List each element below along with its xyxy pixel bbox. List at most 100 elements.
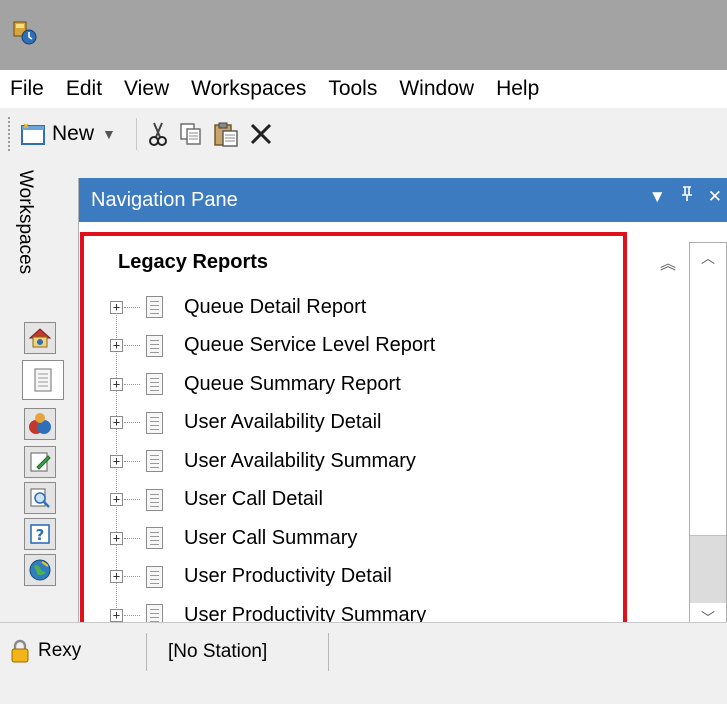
menu-help[interactable]: Help <box>496 77 539 101</box>
app-icon <box>13 21 37 45</box>
tree-branch <box>124 422 140 424</box>
expand-icon[interactable]: + <box>110 416 123 430</box>
expand-icon[interactable]: + <box>110 339 123 353</box>
tree-item-label: User Availability Summary <box>184 449 416 472</box>
paste-icon <box>214 122 238 147</box>
menu-file[interactable]: File <box>10 77 44 101</box>
new-button[interactable]: New ▼ <box>20 122 116 146</box>
status-user-name: Rexy <box>38 640 82 661</box>
navigation-pane-controls: ▼ ✕ <box>649 186 722 207</box>
search-icon <box>30 488 50 508</box>
tree-item[interactable]: + User Call Summary <box>100 519 600 558</box>
tree-branch <box>124 460 140 462</box>
tree-branch <box>124 345 140 347</box>
dropdown-arrow-icon[interactable]: ▼ <box>102 126 116 142</box>
lock-icon <box>11 639 29 663</box>
reports-icon <box>34 368 52 392</box>
report-icon <box>146 334 163 357</box>
close-icon[interactable]: ✕ <box>708 187 722 207</box>
tree-item-label: Queue Service Level Report <box>184 334 436 357</box>
tree-item[interactable]: + Queue Service Level Report <box>100 327 600 366</box>
cut-button[interactable] <box>147 121 169 147</box>
tree-branch <box>124 614 140 616</box>
menu-window[interactable]: Window <box>399 77 474 101</box>
edit-icon <box>30 452 51 472</box>
svg-text:?: ? <box>36 526 45 544</box>
report-icon <box>146 373 163 396</box>
report-icon <box>146 565 163 588</box>
workspace-tab-users[interactable] <box>24 408 56 440</box>
report-icon <box>146 488 163 511</box>
status-separator <box>328 633 329 671</box>
tree-item-label: User Availability Detail <box>184 411 382 434</box>
dropdown-icon[interactable]: ▼ <box>649 187 666 207</box>
expand-icon[interactable]: + <box>110 570 123 584</box>
expand-icon[interactable]: + <box>110 531 123 545</box>
status-user[interactable]: Rexy <box>10 639 81 663</box>
tree-item[interactable]: + Queue Detail Report <box>100 288 600 327</box>
tree-item[interactable]: + User Call Detail <box>100 481 600 520</box>
navigation-pane-header: Navigation Pane ▼ ✕ <box>79 178 727 222</box>
toolbar: New ▼ <box>0 108 727 160</box>
tree-branch <box>124 383 140 385</box>
new-icon <box>21 123 45 145</box>
paste-button[interactable] <box>213 121 239 147</box>
menu-workspaces[interactable]: Workspaces <box>191 77 306 101</box>
help-icon: ? <box>30 524 50 544</box>
workspace-tab-search[interactable] <box>24 482 56 514</box>
tree-item-label: Queue Detail Report <box>184 295 367 318</box>
copy-icon <box>180 123 201 145</box>
globe-icon <box>29 559 51 581</box>
tree-item-label: User Call Detail <box>184 488 323 511</box>
expand-icon[interactable]: + <box>110 454 123 468</box>
tree-branch <box>124 576 140 578</box>
status-separator <box>146 633 147 671</box>
tree-item[interactable]: + Queue Summary Report <box>100 365 600 404</box>
workspace-tab-globe[interactable] <box>24 554 56 586</box>
tree-item[interactable]: + User Availability Summary <box>100 442 600 481</box>
report-icon <box>146 527 163 550</box>
home-icon <box>28 328 52 348</box>
workspaces-tab-label[interactable]: Workspaces <box>14 170 36 274</box>
new-label: New <box>52 122 95 145</box>
tree-item-label: User Productivity Detail <box>184 565 392 588</box>
workspace-tab-home[interactable] <box>24 322 56 354</box>
scroll-up-icon[interactable]: ︿ <box>690 243 726 273</box>
tree-item-label: User Call Summary <box>184 526 358 549</box>
status-station[interactable]: [No Station] <box>168 641 267 663</box>
toolbar-separator <box>135 118 137 150</box>
delete-button[interactable] <box>249 122 273 146</box>
expand-icon[interactable]: + <box>110 300 123 314</box>
tree-branch <box>124 499 140 501</box>
users-icon <box>29 413 51 434</box>
expand-icon[interactable]: + <box>110 608 123 622</box>
expand-icon[interactable]: + <box>110 377 123 391</box>
report-tree: + Queue Detail Report + Queue Service Le… <box>100 288 600 635</box>
workspace-tab-edit[interactable] <box>24 446 56 478</box>
workspace-tab-reports[interactable] <box>22 360 64 400</box>
tree-item[interactable]: + User Productivity Detail <box>100 558 600 597</box>
tree-item-label: Queue Summary Report <box>184 372 401 395</box>
pin-icon[interactable] <box>680 186 694 207</box>
cut-icon <box>148 122 167 146</box>
toolbar-grip[interactable] <box>8 117 12 151</box>
navigation-pane-title: Navigation Pane <box>91 188 238 211</box>
tree-branch <box>124 306 140 308</box>
report-icon <box>146 296 163 319</box>
report-icon <box>146 411 163 434</box>
workspace-tab-help[interactable]: ? <box>24 518 56 550</box>
section-title: Legacy Reports <box>118 251 269 273</box>
tree-item[interactable]: + User Availability Detail <box>100 404 600 443</box>
copy-button[interactable] <box>179 122 203 146</box>
vertical-scrollbar[interactable]: ︿ ﹀ <box>689 242 727 634</box>
expand-icon[interactable]: + <box>110 493 123 507</box>
menu-view[interactable]: View <box>124 77 169 101</box>
scrollbar-thumb[interactable] <box>690 535 726 603</box>
report-icon <box>146 450 163 473</box>
collapse-up-icon[interactable]: ︽ <box>660 250 676 274</box>
menu-bar: File Edit View Workspaces Tools Window H… <box>0 70 727 108</box>
menu-tools[interactable]: Tools <box>328 77 377 101</box>
tree-branch <box>124 537 140 539</box>
menu-edit[interactable]: Edit <box>66 77 102 101</box>
delete-icon <box>250 123 271 145</box>
